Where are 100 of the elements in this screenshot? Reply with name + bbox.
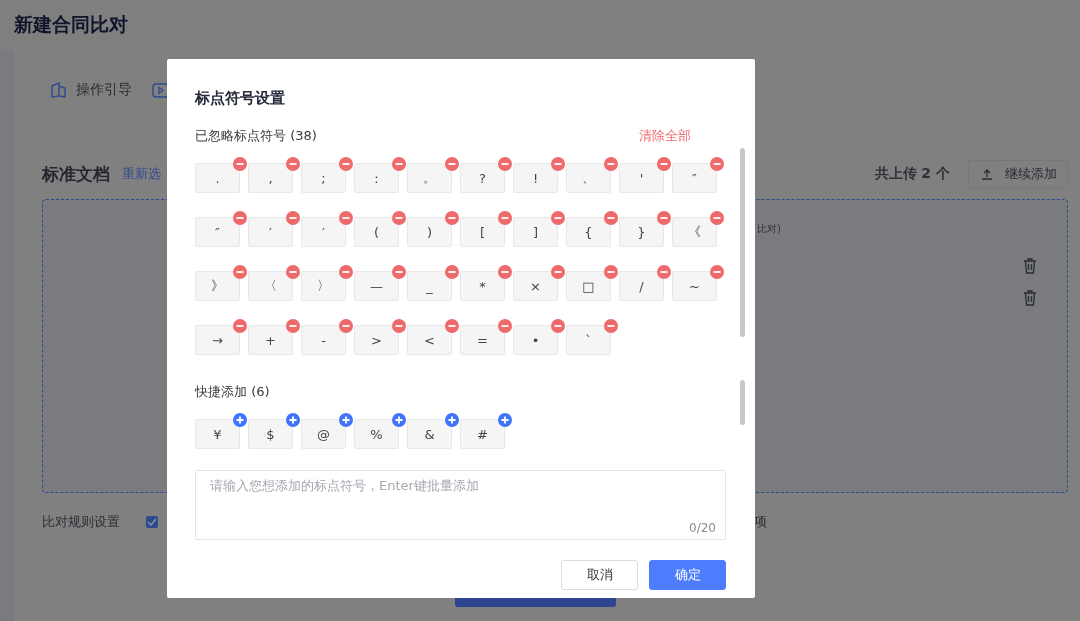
symbol-chip: ) [407, 217, 452, 247]
remove-icon[interactable] [392, 319, 406, 333]
symbol-chip: $ [248, 419, 293, 449]
symbol-chip: & [407, 419, 452, 449]
add-icon[interactable] [286, 413, 300, 427]
trash-icon[interactable] [1023, 290, 1037, 306]
remove-icon[interactable] [233, 265, 247, 279]
upload-count: 共上传 2 个 [874, 165, 950, 183]
symbol-chip: ¥ [195, 419, 240, 449]
symbol-chip: ; [301, 163, 346, 193]
symbol-chip: → [195, 325, 240, 355]
remove-icon[interactable] [498, 319, 512, 333]
symbol-chip: ' [619, 163, 664, 193]
remove-icon[interactable] [604, 211, 618, 225]
remove-icon[interactable] [710, 157, 724, 171]
remove-icon[interactable] [551, 211, 565, 225]
clear-all-link[interactable]: 清除全部 [639, 127, 691, 145]
add-icon[interactable] [445, 413, 459, 427]
symbol-chip: , [248, 163, 293, 193]
symbol-chip: < [407, 325, 452, 355]
symbol-chip: > [354, 325, 399, 355]
symbol-chip: 《 [672, 217, 717, 247]
add-more-button[interactable]: 继续添加 [968, 160, 1068, 188]
remove-icon[interactable] [498, 211, 512, 225]
symbol-chip: ] [513, 217, 558, 247]
remove-icon[interactable] [233, 319, 247, 333]
symbol-chip: - [301, 325, 346, 355]
symbol-chip: } [619, 217, 664, 247]
remove-icon[interactable] [657, 157, 671, 171]
remove-icon[interactable] [392, 157, 406, 171]
symbol-chip: • [513, 325, 558, 355]
symbol-chip: 、 [566, 163, 611, 193]
symbol-chip: ` [566, 325, 611, 355]
remove-icon[interactable] [551, 319, 565, 333]
remove-icon[interactable] [445, 211, 459, 225]
remove-icon[interactable] [233, 157, 247, 171]
remove-icon[interactable] [604, 319, 618, 333]
symbol-chip: ′ [248, 217, 293, 247]
scrollbar[interactable] [740, 148, 745, 337]
symbol-chip: # [460, 419, 505, 449]
remove-icon[interactable] [286, 211, 300, 225]
remove-icon[interactable] [604, 265, 618, 279]
page-title: 新建合同比对 [14, 12, 128, 37]
remove-icon[interactable] [339, 319, 353, 333]
remove-icon[interactable] [710, 211, 724, 225]
remove-icon[interactable] [551, 157, 565, 171]
add-icon[interactable] [392, 413, 406, 427]
remove-icon[interactable] [445, 265, 459, 279]
symbol-chip: = [460, 325, 505, 355]
symbol-chip: ! [513, 163, 558, 193]
remove-icon[interactable] [445, 319, 459, 333]
add-icon[interactable] [498, 413, 512, 427]
trash-icon[interactable] [1023, 258, 1037, 274]
guide-icon [50, 81, 68, 99]
remove-icon[interactable] [445, 157, 459, 171]
cancel-button[interactable]: 取消 [561, 560, 638, 590]
upload-icon [981, 168, 993, 180]
remove-icon[interactable] [339, 265, 353, 279]
symbol-chip: : [354, 163, 399, 193]
symbol-chip: [ [460, 217, 505, 247]
reselect-link[interactable]: 重新选 [122, 165, 161, 183]
dialog-title: 标点符号设置 [195, 89, 286, 108]
remove-icon[interactable] [233, 211, 247, 225]
checkbox[interactable] [146, 516, 158, 528]
remove-icon[interactable] [498, 265, 512, 279]
remove-icon[interactable] [286, 319, 300, 333]
symbol-chip: ′ [301, 217, 346, 247]
symbol-input[interactable]: 请输入您想添加的标点符号，Enter键批量添加 0/20 [195, 470, 726, 540]
remove-icon[interactable] [657, 265, 671, 279]
ignored-label: 已忽略标点符号 (38) [195, 127, 317, 145]
remove-icon[interactable] [286, 157, 300, 171]
symbol-chip: 〈 [248, 271, 293, 301]
symbol-chip: 》 [195, 271, 240, 301]
scrollbar[interactable] [740, 380, 745, 425]
video-icon[interactable] [152, 82, 169, 98]
remove-icon[interactable] [710, 265, 724, 279]
symbol-chip: ? [460, 163, 505, 193]
confirm-button[interactable]: 确定 [649, 560, 726, 590]
add-icon[interactable] [339, 413, 353, 427]
symbol-chip: % [354, 419, 399, 449]
remove-icon[interactable] [392, 211, 406, 225]
symbol-chip: ~ [672, 271, 717, 301]
symbol-chip: + [248, 325, 293, 355]
remove-icon[interactable] [498, 157, 512, 171]
symbol-chip: □ [566, 271, 611, 301]
rules-label: 比对规则设置 [42, 513, 120, 531]
symbol-chip: 。 [407, 163, 452, 193]
add-icon[interactable] [233, 413, 247, 427]
remove-icon[interactable] [339, 157, 353, 171]
guide-button[interactable]: 操作引导 [50, 81, 132, 99]
remove-icon[interactable] [551, 265, 565, 279]
symbol-chip: / [619, 271, 664, 301]
remove-icon[interactable] [392, 265, 406, 279]
symbol-chip: ″ [672, 163, 717, 193]
remove-icon[interactable] [657, 211, 671, 225]
remove-icon[interactable] [339, 211, 353, 225]
symbol-chip: * [460, 271, 505, 301]
quick-add-label: 快捷添加 (6) [195, 383, 271, 401]
remove-icon[interactable] [286, 265, 300, 279]
remove-icon[interactable] [604, 157, 618, 171]
